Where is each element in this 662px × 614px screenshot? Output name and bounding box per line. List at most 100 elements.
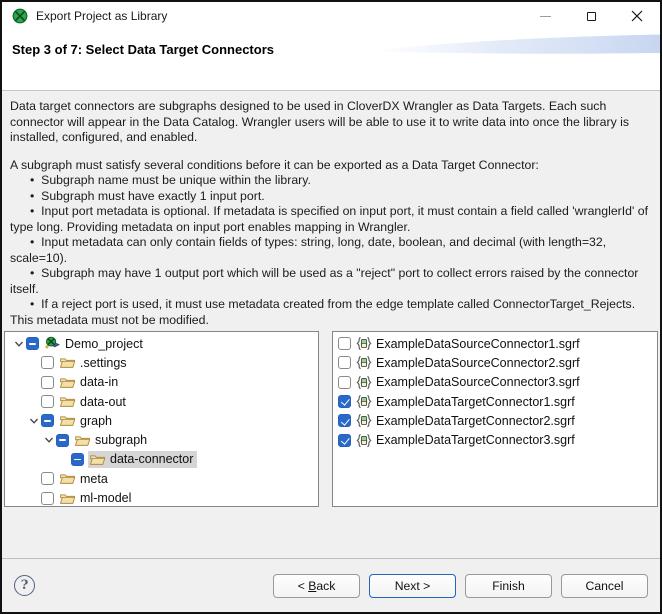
file-checkbox-unchecked[interactable] [338,356,351,370]
conditions-list: • Subgraph name must be unique within th… [10,173,654,328]
project-icon [44,336,61,351]
chevron-down-icon[interactable] [11,339,26,349]
connector-file-list-panel: ExampleDataSourceConnector1.sgrf ExampleD… [332,331,658,507]
tree-checkbox-unchecked[interactable] [41,375,54,389]
folder-icon [59,394,76,409]
tree-item-label: subgraph [95,433,148,448]
condition-bullet: • If a reject port is used, it must use … [10,297,636,327]
file-item-ExampleDataSourceConnector1.sgrf[interactable]: ExampleDataSourceConnector1.sgrf [333,334,657,353]
maximize-icon [586,11,596,21]
tree-item-body: Demo_project [43,335,147,352]
tree-item-label: Demo_project [65,336,143,351]
tree-checkbox-unchecked[interactable] [41,491,54,505]
condition-bullet: • Input port metadata is optional. If me… [10,204,649,234]
tree-item-label: data-out [80,394,126,409]
tree-item-label: meta [80,471,108,486]
tree-item-.settings[interactable]: .settings [5,353,318,372]
folder-icon [59,355,76,370]
chevron-down-icon[interactable] [41,435,56,445]
close-icon [631,10,643,22]
tree-item-label: ml-model [80,491,132,506]
subgraph-file-icon [355,355,373,370]
tree-checkbox-partial[interactable] [26,337,39,351]
condition-bullet: • Input metadata can only contain fields… [10,235,607,265]
step-title: Step 3 of 7: Select Data Target Connecto… [12,42,274,57]
tree-checkbox-unchecked[interactable] [41,395,54,409]
button-bar: ? < Back Next > Finish Cancel [2,558,660,612]
wizard-buttons: < Back Next > Finish Cancel [273,573,648,598]
description-intro: Data target connectors are subgraphs des… [10,99,630,144]
close-button[interactable] [614,2,660,30]
file-checkbox-checked[interactable] [338,414,351,428]
tree-checkbox-partial[interactable] [41,414,54,428]
chevron-down-icon[interactable] [26,416,41,426]
tree-item-data-out[interactable]: data-out [5,392,318,411]
tree-item-data-connector[interactable]: data-connector [5,450,318,469]
tree-checkbox-unchecked[interactable] [41,472,54,486]
tree-item-label: data-connector [110,452,194,467]
subgraph-file-icon [355,413,373,428]
tree-item-label: data-in [80,375,119,390]
cancel-button[interactable]: Cancel [561,573,648,598]
file-item-ExampleDataTargetConnector2.sgrf[interactable]: ExampleDataTargetConnector2.sgrf [333,411,657,430]
minimize-icon [539,15,551,17]
help-icon: ? [20,578,29,593]
file-item-label: ExampleDataSourceConnector1.sgrf [376,336,580,351]
condition-bullet: • Subgraph must have exactly 1 input por… [30,188,265,203]
folder-icon [59,413,76,428]
tree-item-Demo_project[interactable]: Demo_project [5,334,318,353]
file-item-ExampleDataSourceConnector3.sgrf[interactable]: ExampleDataSourceConnector3.sgrf [333,373,657,392]
condition-bullet: • Subgraph may have 1 output port which … [10,266,639,296]
file-checkbox-checked[interactable] [338,433,351,447]
minimize-button[interactable] [522,2,568,30]
file-item-label: ExampleDataTargetConnector2.sgrf [376,413,575,428]
file-item-label: ExampleDataTargetConnector3.sgrf [376,433,575,448]
next-button[interactable]: Next > [369,573,456,598]
file-item-label: ExampleDataSourceConnector3.sgrf [376,375,580,390]
conditions-heading: A subgraph must satisfy several conditio… [10,157,539,172]
window-title: Export Project as Library [36,9,168,23]
tree-item-ml-model[interactable]: ml-model [5,488,318,506]
tree-item-body: ml-model [58,490,135,506]
tree-checkbox-unchecked[interactable] [41,356,54,370]
tree-item-body: subgraph [73,432,151,449]
tree-item-body: data-out [58,393,130,410]
file-item-ExampleDataTargetConnector1.sgrf[interactable]: ExampleDataTargetConnector1.sgrf [333,392,657,411]
file-checkbox-checked[interactable] [338,395,351,409]
finish-button[interactable]: Finish [465,573,552,598]
window-controls [522,2,660,30]
file-item-ExampleDataTargetConnector3.sgrf[interactable]: ExampleDataTargetConnector3.sgrf [333,430,657,449]
file-checkbox-unchecked[interactable] [338,375,351,389]
tree-item-body: graph [58,412,116,429]
tree-item-subgraph[interactable]: subgraph [5,430,318,449]
project-tree-panel: Demo_project .settings data-in data-out grap… [4,331,319,507]
maximize-button[interactable] [568,2,614,30]
tree-checkbox-partial[interactable] [56,433,69,447]
tree-item-label: graph [80,413,112,428]
subgraph-file-icon [355,336,373,351]
tree-item-meta[interactable]: meta [5,469,318,488]
folder-icon [74,433,91,448]
file-item-label: ExampleDataSourceConnector2.sgrf [376,355,580,370]
file-checkbox-unchecked[interactable] [338,337,351,351]
file-item-ExampleDataSourceConnector2.sgrf[interactable]: ExampleDataSourceConnector2.sgrf [333,353,657,372]
back-button[interactable]: < Back [273,573,360,598]
tree-item-data-in[interactable]: data-in [5,373,318,392]
tree-item-body: data-in [58,374,122,391]
subgraph-file-icon [355,433,373,448]
cloverdx-logo-icon [12,8,28,24]
folder-icon [59,375,76,390]
subgraph-file-icon [355,394,373,409]
tree-item-graph[interactable]: graph [5,411,318,430]
help-button[interactable]: ? [14,575,35,596]
tree-checkbox-partial[interactable] [71,452,84,466]
export-project-as-library-dialog: Export Project as Library Step 3 of 7: S… [0,0,662,614]
wizard-banner: Step 3 of 7: Select Data Target Connecto… [2,30,660,91]
tree-item-body: .settings [58,354,131,371]
